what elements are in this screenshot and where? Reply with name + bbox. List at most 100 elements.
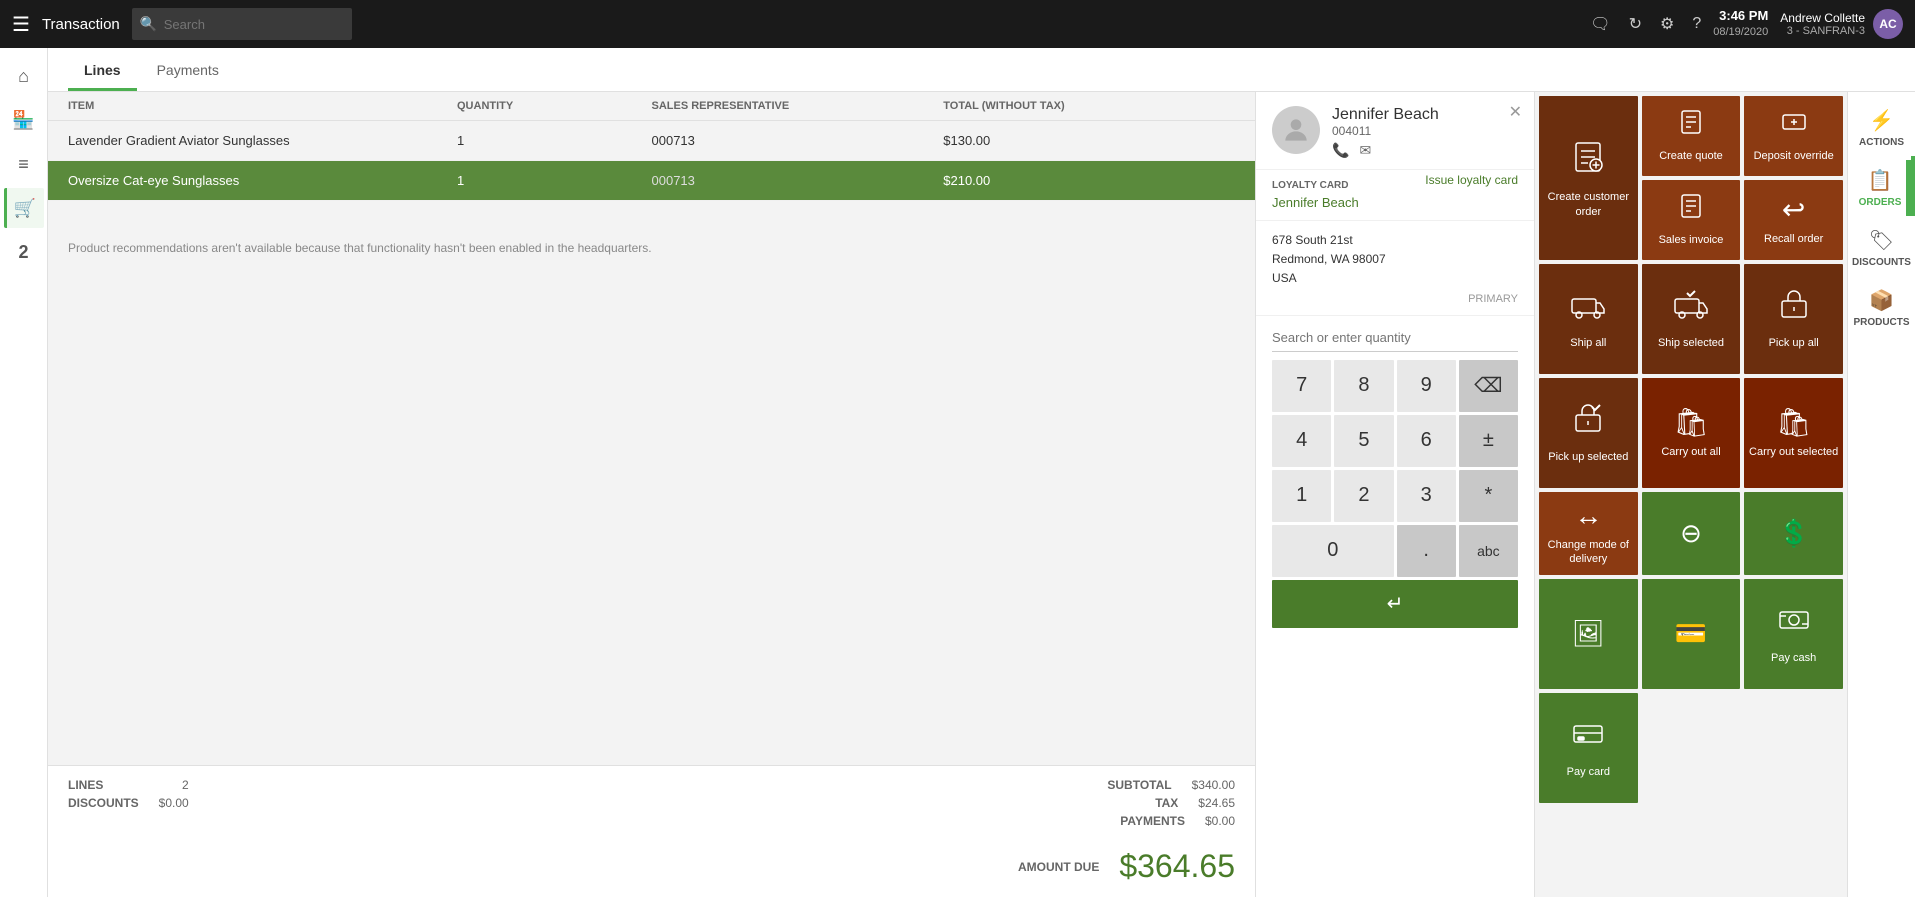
pick-up-selected-label: Pick up selected xyxy=(1548,450,1628,464)
icon-action-1-tile[interactable]: ⊖ xyxy=(1642,492,1741,575)
email-icon[interactable]: ✉ xyxy=(1359,142,1371,159)
sidebar-item-2[interactable]: 2 xyxy=(4,232,44,272)
search-container: 🔍 xyxy=(132,8,732,40)
actions-label: ACTIONS xyxy=(1859,137,1904,148)
numpad-plusminus[interactable]: ± xyxy=(1459,415,1518,467)
recall-order-tile[interactable]: ↩ Recall order xyxy=(1744,180,1843,260)
pay-cash-tile[interactable]: Pay cash xyxy=(1744,579,1843,689)
help-icon[interactable]: ? xyxy=(1692,15,1701,33)
numpad-area: 7 8 9 ⌫ 4 5 6 ± 1 2 3 * 0 . abc xyxy=(1256,315,1534,897)
create-quote-tile[interactable]: Create quote xyxy=(1642,96,1741,176)
chat-icon[interactable]: 🗨 xyxy=(1590,14,1610,34)
icon-action-3-tile[interactable]: 🖼 xyxy=(1539,579,1638,689)
item-name: Oversize Cat-eye Sunglasses xyxy=(68,173,457,188)
pay-card-tile[interactable]: Pay card xyxy=(1539,693,1638,803)
create-customer-order-icon xyxy=(1568,137,1608,184)
amount-due-value: $364.65 xyxy=(1119,848,1235,885)
sidebar-item-home[interactable]: ⌂ xyxy=(4,56,44,96)
sidebar-item-menu[interactable]: ≡ xyxy=(4,144,44,184)
sales-invoice-tile[interactable]: Sales invoice xyxy=(1642,180,1741,260)
search-input[interactable] xyxy=(132,8,352,40)
customer-contacts: 📞 ✉ xyxy=(1332,142,1518,159)
amount-due-label: AMOUNT DUE xyxy=(1018,860,1099,874)
ship-all-tile[interactable]: Ship all xyxy=(1539,264,1638,374)
ship-all-label: Ship all xyxy=(1570,336,1606,350)
tab-lines[interactable]: Lines xyxy=(68,52,137,91)
table-row[interactable]: Lavender Gradient Aviator Sunglasses 1 0… xyxy=(48,121,1255,161)
sidebar-item-orders[interactable]: 📋 ORDERS xyxy=(1852,160,1912,216)
carry-out-all-tile[interactable]: 🛍 Carry out all xyxy=(1642,378,1741,488)
customer-name: Jennifer Beach xyxy=(1332,106,1518,124)
sidebar-item-discounts[interactable]: 🏷 DISCOUNTS xyxy=(1852,220,1912,276)
numpad-2[interactable]: 2 xyxy=(1334,470,1393,522)
ship-all-icon xyxy=(1570,287,1606,330)
numpad-5[interactable]: 5 xyxy=(1334,415,1393,467)
main-content: Lines Payments ITEM QUANTITY SALES REPRE… xyxy=(48,48,1915,897)
topbar-user: Andrew Collette 3 - SANFRAN-3 AC xyxy=(1780,9,1903,39)
close-customer-button[interactable]: ✕ xyxy=(1509,102,1522,122)
sidebar-item-store[interactable]: 🏪 xyxy=(4,100,44,140)
carry-out-all-label: Carry out all xyxy=(1661,445,1720,459)
col-rep: SALES REPRESENTATIVE xyxy=(652,100,944,112)
numpad-7[interactable]: 7 xyxy=(1272,360,1331,412)
change-mode-delivery-tile[interactable]: ↔ Change mode of delivery xyxy=(1539,492,1638,575)
col-quantity: QUANTITY xyxy=(457,100,652,112)
minus-circle-icon: ⊖ xyxy=(1680,518,1702,549)
numpad-1[interactable]: 1 xyxy=(1272,470,1331,522)
icon-action-4-tile[interactable]: 💳 xyxy=(1642,579,1741,689)
customer-id: 004011 xyxy=(1332,124,1518,138)
phone-icon[interactable]: 📞 xyxy=(1332,142,1349,159)
numpad-9[interactable]: 9 xyxy=(1397,360,1456,412)
change-mode-label: Change mode of delivery xyxy=(1543,538,1634,567)
numpad-8[interactable]: 8 xyxy=(1334,360,1393,412)
topbar: ☰ Transaction 🔍 🗨 ↻ ⚙ ? 3:46 PM 08/19/20… xyxy=(0,0,1915,48)
sidebar-item-actions[interactable]: ⚡ ACTIONS xyxy=(1852,100,1912,156)
numpad-backspace[interactable]: ⌫ xyxy=(1459,360,1518,412)
discounts-label: DISCOUNTS xyxy=(68,796,139,810)
hamburger-menu[interactable]: ☰ xyxy=(12,12,30,37)
item-total: $210.00 xyxy=(943,173,1235,188)
numpad-4[interactable]: 4 xyxy=(1272,415,1331,467)
ship-selected-tile[interactable]: Ship selected xyxy=(1642,264,1741,374)
ship-selected-icon xyxy=(1673,287,1709,330)
numpad-3[interactable]: 3 xyxy=(1397,470,1456,522)
deposit-override-tile[interactable]: Deposit override xyxy=(1744,96,1843,176)
image-icon: 🖼 xyxy=(1572,618,1605,649)
lines-footer: LINES2 DISCOUNTS$0.00 SUBTOTAL$340.00 TA… xyxy=(48,765,1255,897)
carry-out-selected-tile[interactable]: 🛍 Carry out selected xyxy=(1744,378,1843,488)
numpad-abc[interactable]: abc xyxy=(1459,525,1518,577)
issue-loyalty-card-button[interactable]: Issue loyalty card xyxy=(1425,173,1518,187)
primary-label: PRIMARY xyxy=(1272,293,1518,305)
settings-icon[interactable]: ⚙ xyxy=(1660,14,1674,34)
ship-selected-label: Ship selected xyxy=(1658,336,1724,350)
sidebar-item-products[interactable]: 📦 PRODUCTS xyxy=(1852,280,1912,336)
deposit-override-icon xyxy=(1780,108,1808,143)
products-icon: 📦 xyxy=(1869,288,1894,313)
lines-value: 2 xyxy=(182,778,189,792)
numpad-0[interactable]: 0 xyxy=(1272,525,1394,577)
numpad-enter[interactable]: ↵ xyxy=(1272,580,1518,628)
table-row[interactable]: Oversize Cat-eye Sunglasses 1 000713 $21… xyxy=(48,161,1255,201)
icon-action-2-tile[interactable]: 💲 xyxy=(1744,492,1843,575)
pick-up-selected-tile[interactable]: Pick up selected xyxy=(1539,378,1638,488)
numpad-dot[interactable]: . xyxy=(1397,525,1456,577)
subtotal-label: SUBTOTAL xyxy=(1107,778,1171,792)
refresh-icon[interactable]: ↻ xyxy=(1629,14,1642,34)
numpad-multiply[interactable]: * xyxy=(1459,470,1518,522)
create-customer-order-tile[interactable]: Create customer order xyxy=(1539,96,1638,260)
payments-value: $0.00 xyxy=(1205,814,1235,828)
actions-icon: ⚡ xyxy=(1869,108,1894,133)
dollar-icon: 💲 xyxy=(1777,518,1809,549)
products-label: PRODUCTS xyxy=(1853,317,1909,328)
user-avatar: AC xyxy=(1873,9,1903,39)
item-name: Lavender Gradient Aviator Sunglasses xyxy=(68,133,457,148)
sidebar-item-cart[interactable]: 🛒 xyxy=(4,188,44,228)
numpad-6[interactable]: 6 xyxy=(1397,415,1456,467)
pick-up-all-tile[interactable]: Pick up all xyxy=(1744,264,1843,374)
pick-up-selected-icon xyxy=(1570,401,1606,444)
item-rep: 000713 xyxy=(652,173,944,188)
tab-payments[interactable]: Payments xyxy=(141,52,235,91)
pay-cash-icon xyxy=(1776,602,1812,645)
numpad-search-input[interactable] xyxy=(1272,324,1518,352)
loyalty-name: Jennifer Beach xyxy=(1272,195,1518,210)
